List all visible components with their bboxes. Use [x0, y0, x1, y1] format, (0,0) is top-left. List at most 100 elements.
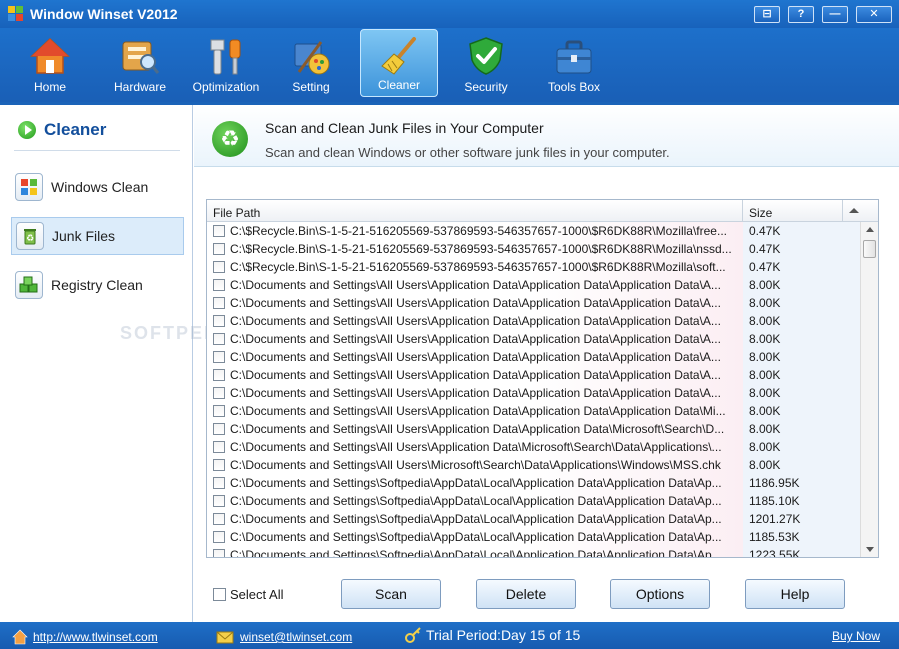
delete-button[interactable]: Delete — [476, 579, 576, 609]
table-row[interactable]: C:\Documents and Settings\All Users\Appl… — [207, 420, 860, 438]
optimization-icon — [210, 39, 241, 75]
list-header: File Path Size — [207, 200, 878, 222]
table-row[interactable]: C:\Documents and Settings\All Users\Appl… — [207, 384, 860, 402]
help-window-button[interactable]: ? — [788, 6, 814, 23]
row-checkbox[interactable] — [213, 243, 225, 255]
row-checkbox[interactable] — [213, 459, 225, 471]
list-scrollbar[interactable] — [860, 222, 878, 557]
email-link-group: winset@tlwinset.com — [215, 629, 352, 645]
website-link[interactable]: http://www.tlwinset.com — [33, 630, 158, 644]
help-button[interactable]: Help — [745, 579, 845, 609]
scan-button[interactable]: Scan — [341, 579, 441, 609]
table-row[interactable]: C:\Documents and Settings\All Users\Appl… — [207, 438, 860, 456]
table-row[interactable]: C:\Documents and Settings\Softpedia\AppD… — [207, 510, 860, 528]
row-checkbox[interactable] — [213, 369, 225, 381]
column-header-file-path[interactable]: File Path — [207, 200, 743, 222]
tool-optimization[interactable]: Optimization — [187, 30, 265, 98]
row-checkbox[interactable] — [213, 225, 225, 237]
main-toolbar: Home Hardware Optimization Setting Clean… — [0, 28, 899, 102]
svg-text:♻: ♻ — [26, 233, 34, 243]
tool-home[interactable]: Home — [11, 30, 89, 98]
file-size-cell: 8.00K — [743, 438, 860, 456]
table-row[interactable]: C:\Documents and Settings\Softpedia\AppD… — [207, 546, 860, 557]
row-checkbox[interactable] — [213, 297, 225, 309]
column-header-size[interactable]: Size — [743, 200, 843, 222]
row-checkbox[interactable] — [213, 405, 225, 417]
tool-hardware[interactable]: Hardware — [101, 30, 179, 98]
file-size-cell: 8.00K — [743, 348, 860, 366]
file-size-cell: 0.47K — [743, 240, 860, 258]
row-checkbox[interactable] — [213, 387, 225, 399]
row-checkbox[interactable] — [213, 261, 225, 273]
row-checkbox[interactable] — [213, 495, 225, 507]
row-checkbox[interactable] — [213, 333, 225, 345]
sidebar-header: Cleaner — [18, 119, 106, 141]
table-row[interactable]: C:\Documents and Settings\All Users\Micr… — [207, 456, 860, 474]
file-path-cell: C:\Documents and Settings\Softpedia\AppD… — [207, 528, 743, 546]
sort-arrow-icon[interactable] — [849, 208, 859, 213]
table-row[interactable]: C:\Documents and Settings\All Users\Appl… — [207, 276, 860, 294]
tool-setting[interactable]: Setting — [272, 30, 350, 98]
file-path-text: C:\Documents and Settings\All Users\Appl… — [230, 368, 721, 382]
table-row[interactable]: C:\Documents and Settings\All Users\Appl… — [207, 330, 860, 348]
table-row[interactable]: C:\Documents and Settings\Softpedia\AppD… — [207, 474, 860, 492]
file-path-cell: C:\Documents and Settings\Softpedia\AppD… — [207, 474, 743, 492]
row-checkbox[interactable] — [213, 279, 225, 291]
security-shield-icon — [469, 37, 503, 75]
file-size-cell: 1186.95K — [743, 474, 860, 492]
tool-security[interactable]: Security — [447, 30, 525, 98]
row-checkbox[interactable] — [213, 423, 225, 435]
scroll-up-icon[interactable] — [866, 227, 874, 232]
options-button[interactable]: Options — [610, 579, 710, 609]
sidebar-item-windows-clean[interactable]: Windows Clean — [11, 168, 184, 206]
app-logo-icon — [8, 6, 24, 22]
file-path-text: C:\Documents and Settings\All Users\Appl… — [230, 404, 726, 418]
home-small-icon — [12, 629, 28, 645]
file-size-cell: 8.00K — [743, 420, 860, 438]
close-button[interactable]: ✕ — [856, 6, 892, 23]
row-checkbox[interactable] — [213, 549, 225, 557]
select-all-checkbox[interactable]: Select All — [213, 587, 283, 602]
scroll-thumb[interactable] — [863, 240, 876, 258]
file-path-cell: C:\$Recycle.Bin\S-1-5-21-516205569-53786… — [207, 222, 743, 240]
file-path-text: C:\$Recycle.Bin\S-1-5-21-516205569-53786… — [230, 260, 726, 274]
select-all-label: Select All — [230, 587, 284, 602]
table-row[interactable]: C:\Documents and Settings\All Users\Appl… — [207, 366, 860, 384]
table-row[interactable]: C:\Documents and Settings\Softpedia\AppD… — [207, 528, 860, 546]
row-checkbox[interactable] — [213, 351, 225, 363]
recycle-icon: ♻ — [212, 121, 248, 157]
file-size-cell: 8.00K — [743, 366, 860, 384]
table-row[interactable]: C:\Documents and Settings\Softpedia\AppD… — [207, 492, 860, 510]
table-row[interactable]: C:\$Recycle.Bin\S-1-5-21-516205569-53786… — [207, 222, 860, 240]
file-size-cell: 8.00K — [743, 384, 860, 402]
list-rows: C:\$Recycle.Bin\S-1-5-21-516205569-53786… — [207, 222, 860, 557]
file-path-text: C:\$Recycle.Bin\S-1-5-21-516205569-53786… — [230, 242, 732, 256]
tool-cleaner[interactable]: Cleaner — [360, 29, 438, 97]
skin-button[interactable]: ⊟ — [754, 6, 780, 23]
sidebar-item-junk-files[interactable]: ♻ Junk Files — [11, 217, 184, 255]
row-checkbox[interactable] — [213, 315, 225, 327]
row-checkbox[interactable] — [213, 513, 225, 525]
email-link[interactable]: winset@tlwinset.com — [240, 630, 352, 644]
buy-now-link[interactable]: Buy Now — [832, 629, 880, 643]
table-row[interactable]: C:\Documents and Settings\All Users\Appl… — [207, 402, 860, 420]
panel-title: Scan and Clean Junk Files in Your Comput… — [265, 120, 544, 136]
table-row[interactable]: C:\Documents and Settings\All Users\Appl… — [207, 348, 860, 366]
panel-subtitle: Scan and clean Windows or other software… — [265, 145, 670, 160]
row-checkbox[interactable] — [213, 531, 225, 543]
row-checkbox[interactable] — [213, 441, 225, 453]
sidebar-item-registry-clean[interactable]: Registry Clean — [11, 266, 184, 304]
table-row[interactable]: C:\Documents and Settings\All Users\Appl… — [207, 312, 860, 330]
email-icon — [216, 631, 234, 644]
tool-toolsbox[interactable]: Tools Box — [535, 30, 613, 98]
row-checkbox[interactable] — [213, 477, 225, 489]
junk-file-list: File Path Size C:\$Recycle.Bin\S-1-5-21-… — [206, 199, 879, 558]
file-path-text: C:\Documents and Settings\Softpedia\AppD… — [230, 530, 722, 544]
minimize-button[interactable]: — — [822, 6, 848, 23]
file-path-cell: C:\Documents and Settings\Softpedia\AppD… — [207, 510, 743, 528]
table-row[interactable]: C:\$Recycle.Bin\S-1-5-21-516205569-53786… — [207, 240, 860, 258]
table-row[interactable]: C:\Documents and Settings\All Users\Appl… — [207, 294, 860, 312]
table-row[interactable]: C:\$Recycle.Bin\S-1-5-21-516205569-53786… — [207, 258, 860, 276]
checkbox-box[interactable] — [213, 588, 226, 601]
scroll-down-icon[interactable] — [866, 547, 874, 552]
